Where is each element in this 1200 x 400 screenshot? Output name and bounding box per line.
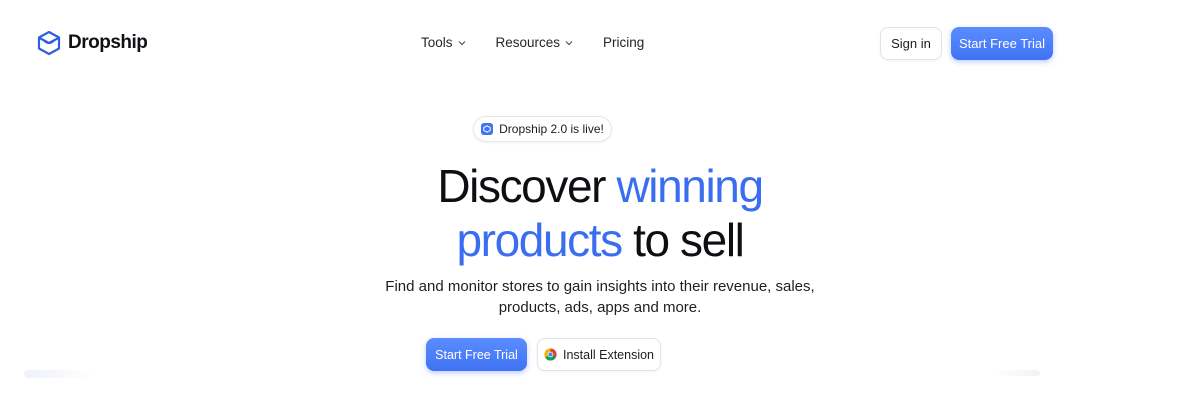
badge-text: Dropship 2.0 is live! xyxy=(499,122,604,136)
announcement-badge[interactable]: Dropship 2.0 is live! xyxy=(473,116,612,142)
hero-title-highlight: winning xyxy=(616,160,764,212)
nav-item-label: Tools xyxy=(421,35,453,50)
start-free-trial-button[interactable]: Start Free Trial xyxy=(951,27,1053,60)
subtitle-line-2: products, ads, apps and more. xyxy=(498,299,702,316)
nav-item-tools[interactable]: Tools xyxy=(421,35,466,50)
brand-name: Dropship xyxy=(68,32,148,53)
nav-item-label: Pricing xyxy=(603,35,645,50)
nav-item-label: Resources xyxy=(495,35,561,50)
install-extension-label: Install Extension xyxy=(562,347,655,362)
chrome-icon xyxy=(544,348,557,361)
hero-subtitle: Find and monitor stores to gain insights… xyxy=(300,276,900,318)
package-box-icon xyxy=(37,30,61,56)
nav-item-pricing[interactable]: Pricing xyxy=(603,35,644,50)
sign-in-button[interactable]: Sign in xyxy=(880,27,942,60)
hero-title-text: Discover xyxy=(437,160,617,212)
chevron-down-icon xyxy=(458,40,465,45)
dropship-logo-icon xyxy=(481,123,494,135)
subtitle-line-1: Find and monitor stores to gain insights… xyxy=(385,278,815,295)
brand-logo[interactable]: Dropship xyxy=(36,30,148,56)
hero-start-free-trial-button[interactable]: Start Free Trial xyxy=(426,338,527,371)
chevron-down-icon xyxy=(565,40,573,45)
top-navigation: Dropship Tools Resources Pricing Sign in… xyxy=(0,0,1200,86)
nav-item-resources[interactable]: Resources xyxy=(496,35,574,50)
hero-title-line-1: Discover winning xyxy=(300,159,900,213)
decorative-fade xyxy=(24,370,94,378)
hero-title-highlight: products xyxy=(456,214,624,266)
hero-title-line-2: products to sell xyxy=(300,213,900,267)
decorative-fade xyxy=(990,370,1040,376)
main-menu: Tools Resources Pricing xyxy=(421,35,644,50)
install-extension-button[interactable]: Install Extension xyxy=(537,338,661,371)
hero-cta-group: Start Free Trial Install Extension xyxy=(426,338,661,371)
hero-title-text: to sell xyxy=(621,214,745,266)
